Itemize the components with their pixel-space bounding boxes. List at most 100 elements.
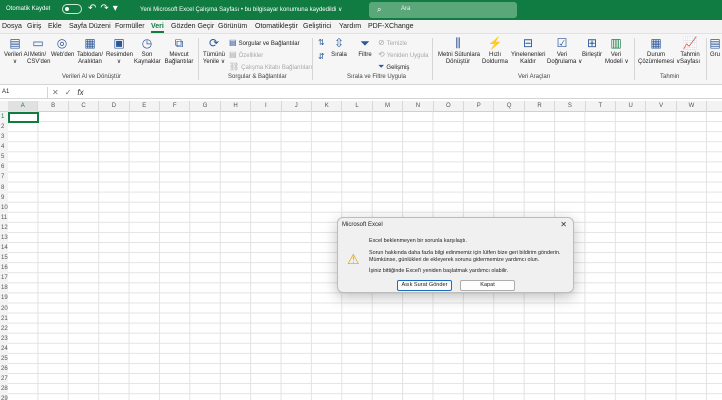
column-header[interactable]: D (99, 101, 130, 112)
column-header[interactable]: U (616, 101, 647, 112)
document-title[interactable]: Yeni Microsoft Excel Çalışma Sayfası • b… (140, 6, 342, 13)
column-header[interactable]: G (190, 101, 221, 112)
text-csv-button[interactable]: ▭ Metin/CSV'den (27, 36, 51, 66)
tab-file[interactable]: Dosya (2, 23, 22, 30)
name-box[interactable]: A1 (0, 87, 48, 98)
row-header[interactable]: 9 (0, 192, 8, 203)
row-header[interactable]: 19 (0, 293, 8, 304)
tab-insert[interactable]: Ekle (48, 23, 62, 30)
remove-duplicates-button[interactable]: ⊟ Yinelenenleri Kaldır (511, 36, 545, 66)
row-header[interactable]: 16 (0, 263, 8, 274)
row-header[interactable]: 8 (0, 182, 8, 193)
reapply-button[interactable]: ⟲ Yeniden Uygula (378, 50, 429, 59)
row-header[interactable]: 14 (0, 243, 8, 254)
workbook-links-button[interactable]: ⛓ Çalışma Kitabı Bağlantıları (229, 62, 312, 71)
data-model-button[interactable]: ▥ Veri Modeli ∨ (605, 36, 629, 66)
close-button[interactable]: Kapat (460, 280, 515, 291)
row-header[interactable]: 4 (0, 142, 8, 153)
outline-button[interactable]: ▤ Gru (708, 36, 722, 59)
tab-developer[interactable]: Geliştirici (303, 23, 331, 30)
row-header[interactable]: 20 (0, 303, 8, 314)
column-header[interactable]: O (434, 101, 464, 112)
tab-pdf-xchange[interactable]: PDF-XChange (368, 23, 414, 30)
queries-connections-button[interactable]: ▤ Sorgular ve Bağlantılar (229, 38, 300, 47)
row-header[interactable]: 13 (0, 232, 8, 244)
column-header[interactable]: H (221, 101, 252, 112)
clear-filter-button[interactable]: ⊘ Temizle (378, 38, 407, 47)
column-header[interactable]: T (586, 101, 616, 112)
row-header[interactable]: 25 (0, 353, 8, 364)
row-header[interactable]: 6 (0, 162, 8, 173)
row-header[interactable]: 29 (0, 394, 8, 400)
recent-sources-button[interactable]: ◷ Son Kaynaklar (134, 36, 161, 66)
sort-button[interactable]: ⇳ Sırala (329, 36, 349, 59)
column-header[interactable]: I (251, 101, 282, 112)
row-header[interactable]: 10 (0, 202, 8, 213)
tab-page-layout[interactable]: Sayfa Düzeni (69, 23, 111, 30)
row-header[interactable]: 26 (0, 364, 8, 375)
cancel-icon[interactable]: ✕ (52, 88, 59, 97)
row-header[interactable]: 12 (0, 222, 8, 233)
row-header[interactable]: 18 (0, 283, 8, 294)
row-header[interactable]: 7 (0, 172, 8, 183)
tab-formulas[interactable]: Formüller (115, 23, 145, 30)
forecast-sheet-button[interactable]: 📈 Tahmin Sayfası (677, 36, 703, 66)
from-web-button[interactable]: ◎ Web'den (51, 36, 74, 59)
filter-button[interactable]: ⏷ Filtre (355, 36, 375, 59)
data-validation-button[interactable]: ☑ Veri Doğrulama ∨ (547, 36, 582, 66)
flash-fill-button[interactable]: ⚡ Hızlı Doldurma (482, 36, 508, 66)
insert-function-icon[interactable]: fx (77, 88, 83, 97)
table-range-button[interactable]: ▦ Tablodan/Aralıktan (76, 36, 104, 66)
sort-az-button[interactable]: ⇅ (318, 38, 327, 47)
column-header[interactable]: K (312, 101, 343, 112)
row-header[interactable]: 23 (0, 333, 8, 344)
tab-automate[interactable]: Otomatikleştir (255, 23, 298, 30)
enter-icon[interactable]: ✓ (65, 88, 72, 97)
column-header[interactable]: E (130, 101, 160, 112)
tab-review[interactable]: Gözden Geçir (171, 23, 214, 30)
advanced-filter-button[interactable]: ⏷ Gelişmiş (378, 62, 409, 72)
existing-connections-button[interactable]: ⧉ Mevcut Bağlantılar (163, 36, 195, 66)
tab-data[interactable]: Veri (151, 23, 164, 33)
column-header[interactable]: N (403, 101, 434, 112)
sort-za-button[interactable]: ⇵ (318, 52, 327, 61)
column-header[interactable]: P (464, 101, 495, 112)
search-box[interactable]: ⌕ Ara (369, 2, 517, 18)
row-header[interactable]: 1 (0, 112, 8, 123)
row-header[interactable]: 21 (0, 313, 8, 324)
redo-icon[interactable]: ↷ (100, 3, 112, 14)
from-picture-button[interactable]: ▣ Resimden ∨ (106, 36, 133, 66)
column-header[interactable]: L (342, 101, 373, 112)
column-header[interactable]: M (373, 101, 404, 112)
column-header[interactable]: A (8, 101, 39, 112)
column-header[interactable]: R (525, 101, 556, 112)
what-if-button[interactable]: ▦ Durum Çözümlemesi ∨ (638, 36, 680, 66)
row-header[interactable]: 22 (0, 323, 8, 334)
autosave-toggle[interactable] (62, 4, 82, 14)
column-header[interactable]: B (38, 101, 69, 112)
get-data-button[interactable]: ▤ Verileri Al ∨ (4, 36, 29, 66)
column-header[interactable]: F (160, 101, 191, 112)
selected-cell[interactable] (8, 112, 39, 123)
send-frown-button[interactable]: Asık Surat Gönder (397, 280, 452, 291)
row-header[interactable]: 15 (0, 253, 8, 264)
refresh-all-button[interactable]: ⟳ Tümünü Yenile ∨ (202, 36, 226, 66)
properties-button[interactable]: ▤ Özellikler (229, 50, 263, 59)
column-header[interactable]: C (69, 101, 100, 112)
column-header[interactable]: W (677, 101, 708, 112)
tab-home[interactable]: Giriş (27, 23, 41, 30)
column-header[interactable]: J (282, 101, 312, 112)
tab-help[interactable]: Yardım (339, 23, 361, 30)
column-header[interactable]: Q (494, 101, 525, 112)
row-header[interactable]: 17 (0, 273, 8, 284)
row-header[interactable]: 5 (0, 152, 8, 163)
close-icon[interactable]: ✕ (560, 220, 567, 229)
row-header[interactable]: 24 (0, 343, 8, 354)
row-header[interactable]: 2 (0, 122, 8, 133)
row-header[interactable]: 28 (0, 384, 8, 395)
consolidate-button[interactable]: ⊞ Birleştir (580, 36, 604, 59)
tab-view[interactable]: Görünüm (218, 23, 247, 30)
row-header[interactable]: 3 (0, 132, 8, 143)
row-header[interactable]: 11 (0, 212, 8, 223)
column-header[interactable]: S (555, 101, 586, 112)
